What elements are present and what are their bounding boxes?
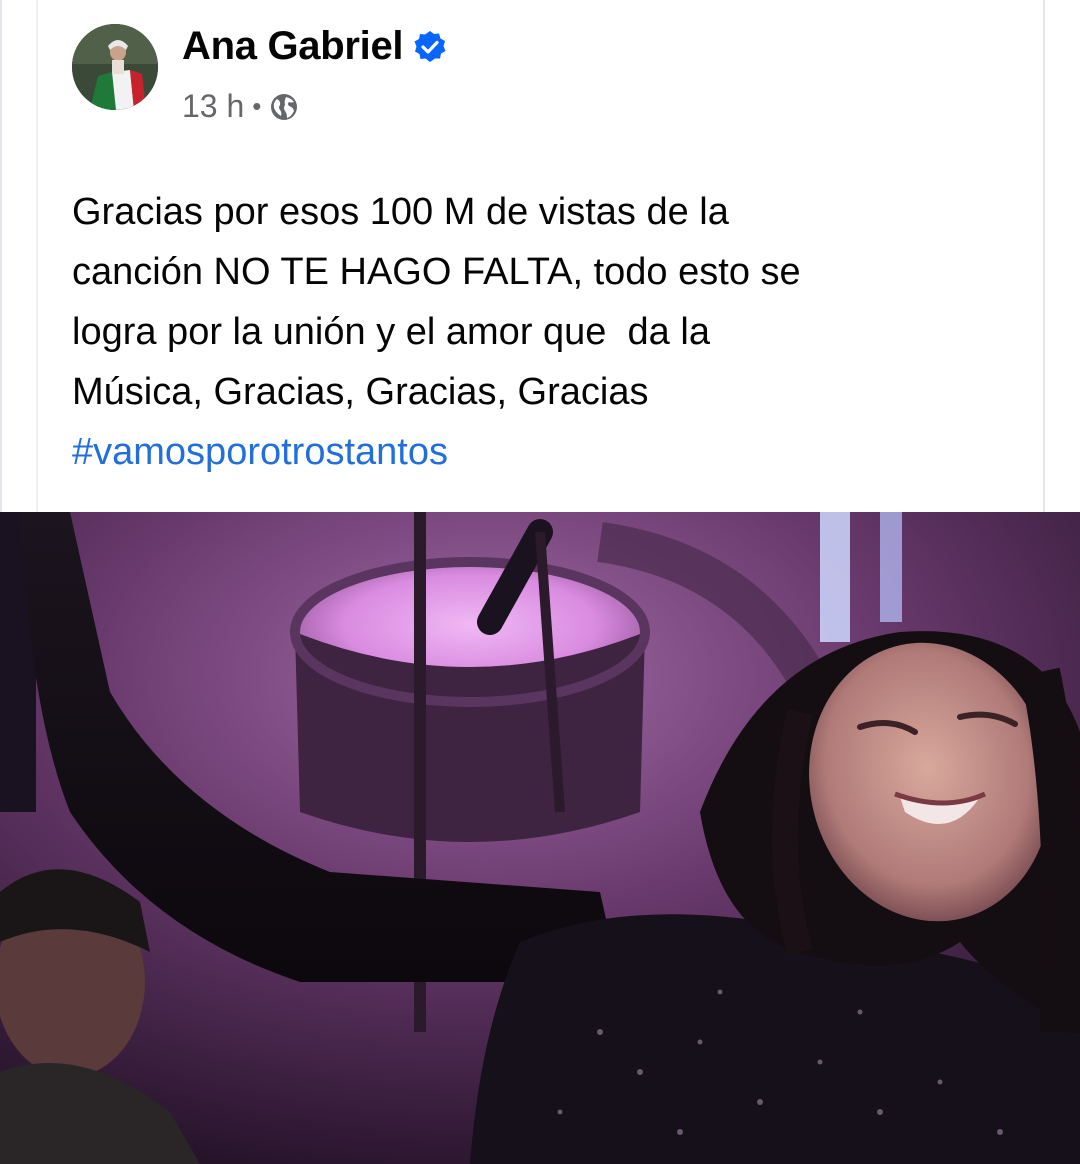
card-border	[0, 0, 2, 512]
post-text-line: Gracias por esos 100 M de vistas de la	[72, 191, 729, 233]
card-border	[1043, 0, 1045, 512]
author-row: Ana Gabriel	[182, 24, 447, 69]
author-name[interactable]: Ana Gabriel	[182, 24, 404, 69]
post-timestamp[interactable]: 13 h	[182, 88, 244, 125]
verified-badge-icon	[413, 30, 447, 64]
post-header: Ana Gabriel 13 h •	[72, 22, 1012, 132]
globe-icon[interactable]	[269, 92, 299, 122]
post-text-line: canción NO TE HAGO FALTA, todo esto se	[72, 251, 801, 293]
post-text-line: Música, Gracias, Gracias, Gracias	[72, 371, 649, 413]
post-text: Gracias por esos 100 M de vistas de la c…	[72, 182, 1002, 422]
card-border	[36, 0, 38, 512]
post-text-line: logra por la unión y el amor que da la	[72, 311, 710, 353]
facebook-post: Ana Gabriel 13 h • Gracias por esos 100 …	[0, 0, 1080, 1164]
avatar[interactable]	[72, 24, 158, 110]
hashtag-link[interactable]: #vamosporotrostantos	[72, 422, 448, 482]
post-meta: 13 h •	[182, 88, 299, 125]
meta-separator: •	[252, 91, 262, 121]
post-photo[interactable]	[0, 512, 1080, 1164]
